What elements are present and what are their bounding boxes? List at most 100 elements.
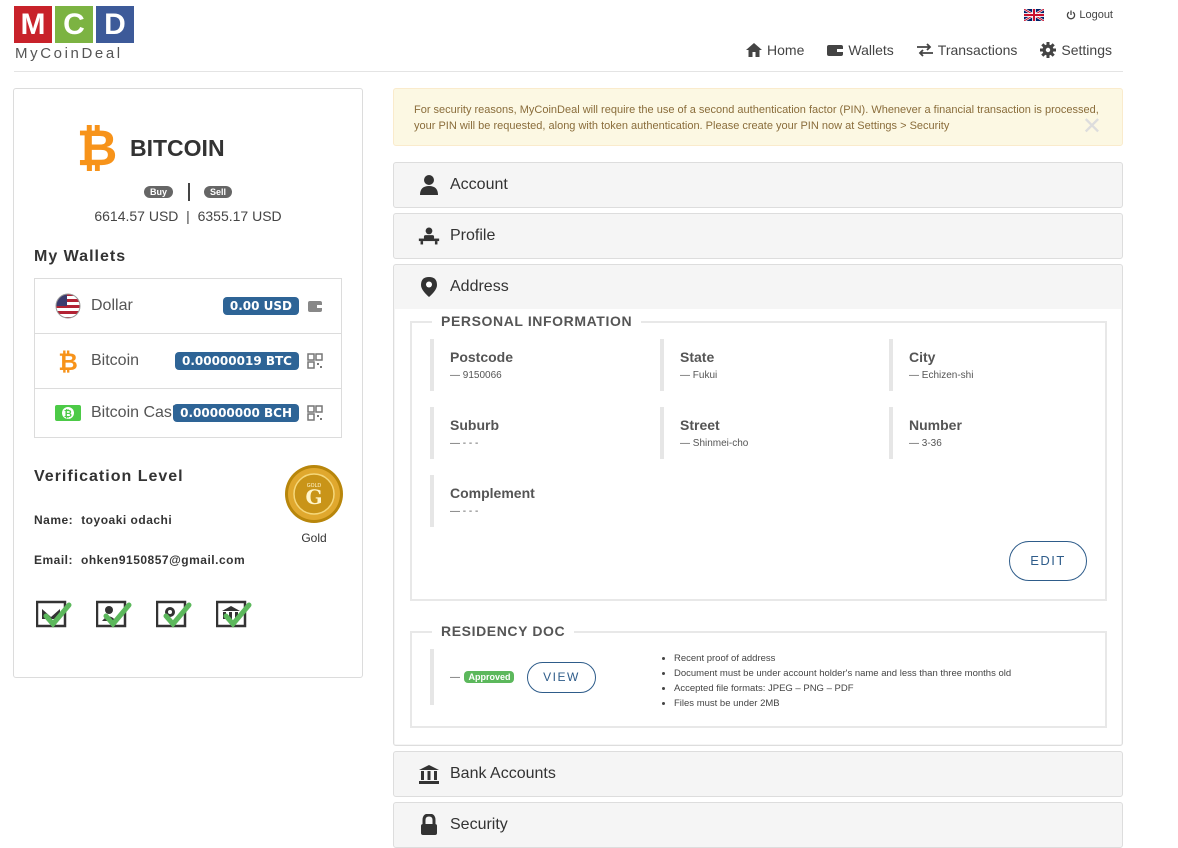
wallet-row-dollar[interactable]: Dollar 0.00 USD [35,279,341,334]
gold-medal-icon: GOLD G [285,465,343,523]
svg-text:₿: ₿ [64,408,72,420]
panel-profile[interactable]: Profile [393,213,1123,259]
field-state: State — Fukui [660,339,717,391]
identity-verified-icon [95,599,134,631]
residency-requirements: Recent proof of address Document must be… [674,651,1011,711]
panel-bank-accounts[interactable]: Bank Accounts [393,751,1123,797]
requirement-item: Recent proof of address [674,651,1011,666]
lock-icon [418,814,440,836]
nav-wallets-label: Wallets [848,42,894,58]
panel-security-title: Security [450,816,508,833]
close-icon[interactable]: ✕ [1082,115,1102,139]
wallet-row-bitcoin-cash[interactable]: ₿ Bitcoin Cash 0.00000000 BCH [35,389,341,437]
number-label: Number [909,417,962,433]
email-value: ohken9150857@gmail.com [81,553,246,567]
wallet-name-bitcoin-cash: Bitcoin Cash [91,404,181,421]
name-value: toyoaki odachi [81,513,173,527]
security-alert-text: For security reasons, MyCoinDeal will re… [414,104,1099,132]
svg-text:G: G [305,485,322,509]
complement-label: Complement [450,485,535,501]
left-card: ₿ BITCOIN Buy Sell 6614.57 USD | 6355.17… [13,88,363,678]
wallet-balance-dollar: 0.00 USD [222,297,299,315]
nav-home-label: Home [767,42,805,58]
personal-information-box: PERSONAL INFORMATION Postcode — 9150066 … [410,313,1107,601]
personal-information-legend: PERSONAL INFORMATION [432,313,642,329]
bank-verified-icon [215,599,254,631]
nav-settings-label: Settings [1061,42,1112,58]
nav-transactions-label: Transactions [937,42,1018,58]
panel-security[interactable]: Security [393,802,1123,848]
exchange-icon [916,43,933,57]
profile-icon [418,225,440,247]
residency-doc-box: RESIDENCY DOC — Approved VIEW Recent pro… [410,623,1107,728]
coin-title: BITCOIN [130,134,225,161]
main-nav: Home Wallets Transactions Settings [745,41,1112,59]
verification-name: Name: toyoaki odachi [34,513,172,527]
panel-bank-accounts-title: Bank Accounts [450,765,556,782]
wallet-name-bitcoin: Bitcoin [91,352,140,369]
edit-address-button[interactable]: EDIT [1009,541,1087,581]
street-value: — Shinmei-cho [680,438,749,449]
address-verified-icon [155,599,194,631]
logo[interactable]: M C D MyCoinDeal [14,6,134,62]
gold-medal: GOLD G Gold [284,464,344,545]
power-icon [1067,10,1076,20]
panel-address-title: Address [450,278,509,295]
uk-flag-icon[interactable] [1024,9,1045,21]
wallet-balance-bitcoin-cash: 0.00000000 BCH [173,404,299,422]
logout-button[interactable]: Logout [1066,9,1113,21]
number-value: — 3-36 [909,438,942,449]
svg-text:₿: ₿ [58,348,78,374]
gear-icon [1040,42,1057,58]
svg-text:₿: ₿ [78,123,116,173]
view-document-button[interactable]: VIEW [527,662,596,693]
nav-settings[interactable]: Settings [1039,41,1112,59]
home-icon [746,43,763,57]
map-marker-icon [418,276,440,298]
wallet-icon [827,45,844,56]
qr-code-icon[interactable] [307,405,323,421]
field-city: City — Echizen-shi [889,339,973,391]
residency-doc-legend: RESIDENCY DOC [432,623,575,639]
wallet-balance-bitcoin: 0.00000019 BTC [174,352,299,370]
logo-letter-m: M [14,6,52,43]
qr-code-icon[interactable] [307,353,323,369]
field-street: Street — Shinmei-cho [660,407,748,459]
email-label: Email: [34,553,74,567]
address-body: PERSONAL INFORMATION Postcode — 9150066 … [395,309,1121,744]
field-suburb: Suburb — - - - [430,407,499,459]
wallet-row-bitcoin[interactable]: ₿ Bitcoin 0.00000019 BTC [35,334,341,389]
panel-address-header[interactable]: Address [394,265,1122,309]
user-icon [418,174,440,196]
email-verified-icon [35,599,74,631]
state-value: — Fukui [680,370,718,381]
field-postcode: Postcode — 9150066 [430,339,513,391]
postcode-value: — 9150066 [450,370,502,381]
field-number: Number — 3-36 [889,407,962,459]
nav-transactions[interactable]: Transactions [916,41,1018,59]
coin-header: ₿ BITCOIN [78,123,225,173]
bitcoin-cash-icon: ₿ [55,405,81,421]
panel-account-title: Account [450,176,508,193]
residency-doc-status: — Approved [430,649,515,705]
nav-home[interactable]: Home [745,41,804,59]
logo-letter-c: C [55,6,93,43]
nav-wallets[interactable]: Wallets [826,41,894,59]
residency-dash: — [450,672,460,683]
buy-sell-divider [187,183,190,201]
panel-account[interactable]: Account [393,162,1123,208]
logo-text: MyCoinDeal [15,45,123,62]
verification-level-label: Gold [301,531,327,545]
security-alert: For security reasons, MyCoinDeal will re… [393,88,1123,146]
bank-icon [418,763,440,785]
city-value: — Echizen-shi [909,370,974,381]
panel-profile-title: Profile [450,227,496,244]
verification-email: Email: ohken9150857@gmail.com [34,553,245,567]
logout-label: Logout [1079,9,1113,21]
bitcoin-icon: ₿ [58,348,78,374]
sell-badge: Sell [203,186,232,198]
field-complement: Complement — - - - [430,475,535,527]
panel-address: Address PERSONAL INFORMATION Postcode — … [393,264,1123,746]
wallet-icon[interactable] [307,298,323,314]
header: M C D MyCoinDeal Logout Home Wallets Tra… [14,0,1123,72]
